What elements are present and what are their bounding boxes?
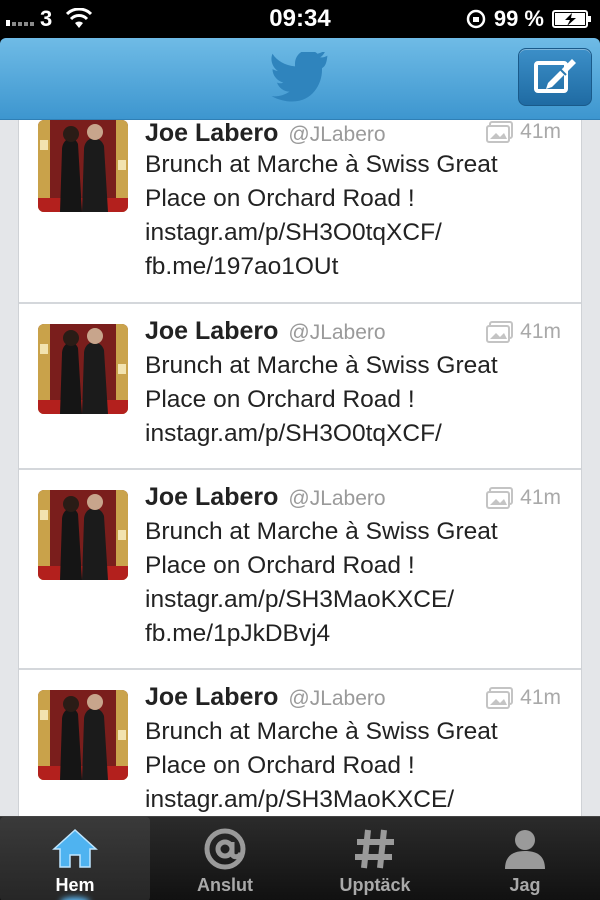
tweet-text: Brunch at Marche à Swiss Great Place on …	[145, 349, 565, 451]
tweet-text: Brunch at Marche à Swiss Great Place on …	[145, 515, 565, 651]
avatar-photo	[38, 690, 128, 780]
tweet-header: Joe Labero @JLabero	[145, 483, 386, 513]
tweet-link[interactable]: instagr.am/p/SH3MaoKXCE/	[145, 583, 565, 617]
tweet-meta: 41m	[486, 320, 561, 344]
tweet-meta: 41m	[486, 120, 561, 144]
tab-label: Anslut	[197, 875, 253, 895]
rotation-lock-icon	[466, 9, 486, 29]
tweet-item[interactable]: Joe Labero @JLabero 41m Brunch at Marche…	[19, 670, 581, 816]
tweet-link[interactable]: instagr.am/p/SH3O0tqXCF/	[145, 216, 565, 250]
compose-button[interactable]	[518, 48, 592, 106]
home-icon	[52, 828, 98, 868]
tweet-time: 41m	[520, 320, 561, 343]
timeline-feed[interactable]: Joe Labero @JLabero 41m Brunch at Marche…	[0, 120, 600, 816]
tweet-meta: 41m	[486, 686, 561, 710]
author-name[interactable]: Joe Labero	[145, 120, 278, 148]
tweet-line: Brunch at Marche à Swiss Great	[145, 352, 498, 379]
media-icon	[486, 487, 514, 509]
tweet-item[interactable]: Joe Labero @JLabero 41m Brunch at Marche…	[19, 470, 581, 670]
avatar[interactable]	[38, 490, 128, 580]
author-name[interactable]: Joe Labero	[145, 683, 278, 712]
tweet-meta: 41m	[486, 486, 561, 510]
tweet-header: Joe Labero @JLabero	[145, 317, 386, 347]
avatar[interactable]	[38, 324, 128, 414]
person-icon	[505, 830, 545, 869]
tweet-time: 41m	[520, 686, 561, 709]
tweet-header: Joe Labero @JLabero	[145, 120, 386, 149]
tweet-line: Place on Orchard Road !	[145, 185, 415, 212]
avatar-photo	[38, 490, 128, 580]
tab-label: Hem	[55, 875, 95, 895]
avatar[interactable]	[38, 120, 128, 212]
hash-icon	[355, 829, 394, 869]
tweet-text: Brunch at Marche à Swiss Great Place on …	[145, 148, 565, 284]
nav-bar	[0, 38, 600, 120]
author-handle: @JLabero	[288, 687, 386, 710]
author-name[interactable]: Joe Labero	[145, 317, 278, 346]
tweet-item[interactable]: Joe Labero @JLabero 41m Brunch at Marche…	[19, 120, 581, 304]
avatar-photo	[38, 324, 128, 414]
tweet-list: Joe Labero @JLabero 41m Brunch at Marche…	[18, 120, 582, 816]
tweet-time: 41m	[520, 486, 561, 509]
tweet-text: Brunch at Marche à Swiss Great Place on …	[145, 715, 565, 816]
tweet-item[interactable]: Joe Labero @JLabero 41m Brunch at Marche…	[19, 304, 581, 470]
compose-icon	[534, 59, 576, 93]
tweet-link[interactable]: fb.me/1pJkDBvj4	[145, 617, 565, 651]
avatar[interactable]	[38, 690, 128, 780]
avatar-photo	[38, 120, 128, 212]
tweet-line: Brunch at Marche à Swiss Great	[145, 518, 498, 545]
battery-charging-icon	[552, 10, 591, 28]
tab-me[interactable]: Jag	[450, 817, 600, 900]
media-icon	[486, 321, 514, 343]
tweet-link[interactable]: instagr.am/p/SH3O0tqXCF/	[145, 417, 565, 451]
media-icon	[486, 121, 514, 143]
tweet-line: Brunch at Marche à Swiss Great	[145, 151, 498, 178]
tweet-link[interactable]: fb.me/197ao1OUt	[145, 250, 565, 284]
tab-label: Jag	[509, 875, 541, 895]
tab-bar: Hem Anslut Upptäck Jag	[0, 816, 600, 900]
at-icon	[204, 828, 246, 870]
twitter-bird-icon	[271, 52, 328, 102]
tweet-line: Place on Orchard Road !	[145, 752, 415, 779]
tab-home[interactable]: Hem	[0, 817, 150, 900]
tab-discover[interactable]: Upptäck	[300, 817, 450, 900]
author-handle: @JLabero	[288, 321, 386, 344]
status-right: 99 %	[466, 5, 592, 33]
tweet-header: Joe Labero @JLabero	[145, 683, 386, 713]
author-name[interactable]: Joe Labero	[145, 483, 278, 512]
tab-connect[interactable]: Anslut	[150, 817, 300, 900]
tab-label: Upptäck	[339, 875, 411, 895]
status-bar: 3 09:34 99 %	[0, 0, 600, 38]
author-handle: @JLabero	[288, 123, 386, 146]
battery-percent: 99 %	[493, 6, 544, 31]
tweet-line: Brunch at Marche à Swiss Great	[145, 718, 498, 745]
tweet-line: Place on Orchard Road !	[145, 386, 415, 413]
tweet-link[interactable]: instagr.am/p/SH3MaoKXCE/	[145, 783, 565, 816]
author-handle: @JLabero	[288, 487, 386, 510]
tweet-line: Place on Orchard Road !	[145, 552, 415, 579]
media-icon	[486, 687, 514, 709]
tweet-time: 41m	[520, 120, 561, 143]
